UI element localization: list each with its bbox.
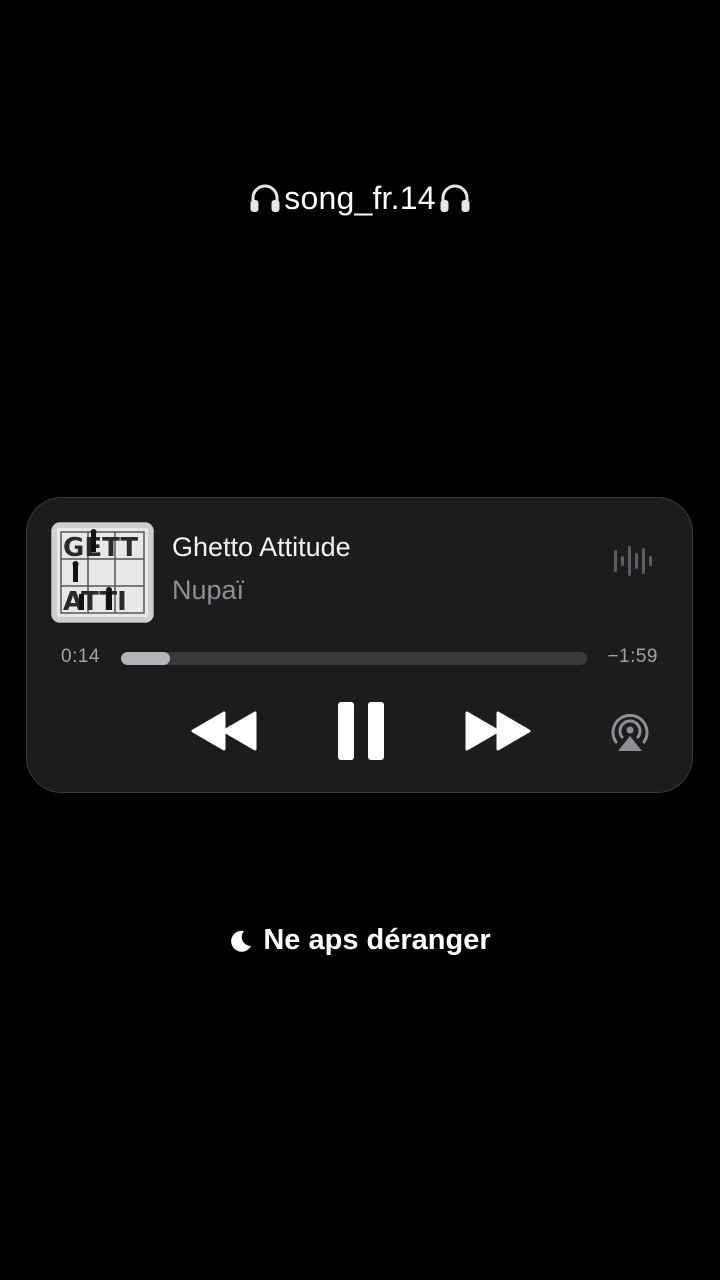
pause-button[interactable] <box>336 700 386 762</box>
headphones-icon <box>250 184 280 212</box>
fast-forward-icon <box>465 711 531 751</box>
rewind-button[interactable] <box>190 710 258 752</box>
svg-text:ATTI: ATTI <box>63 587 127 617</box>
svg-text:GETT: GETT <box>63 533 138 563</box>
elapsed-time: 0:14 <box>61 646 100 667</box>
pause-icon <box>338 702 384 760</box>
headphones-icon <box>440 184 470 212</box>
airplay-button[interactable] <box>607 709 653 755</box>
playback-scrubber[interactable] <box>121 652 587 665</box>
dnd-label: Ne aps déranger <box>263 924 491 956</box>
moon-icon <box>231 930 252 952</box>
track-artist[interactable]: Nupaï <box>172 575 244 606</box>
rewind-icon <box>191 711 257 751</box>
waveform-icon <box>614 546 652 576</box>
now-playing-card: GETT ATTI Ghetto Attitude Nupaï 0:14 −1:… <box>26 497 693 793</box>
playback-progress-fill <box>121 652 170 665</box>
fast-forward-button[interactable] <box>464 710 532 752</box>
do-not-disturb-status: Ne aps déranger <box>0 924 720 957</box>
track-title: Ghetto Attitude <box>172 532 351 562</box>
caption: song_fr.14 <box>0 180 720 217</box>
remaining-time: −1:59 <box>607 646 658 667</box>
album-cover[interactable]: GETT ATTI <box>51 522 154 623</box>
caption-text: song_fr.14 <box>284 180 436 216</box>
